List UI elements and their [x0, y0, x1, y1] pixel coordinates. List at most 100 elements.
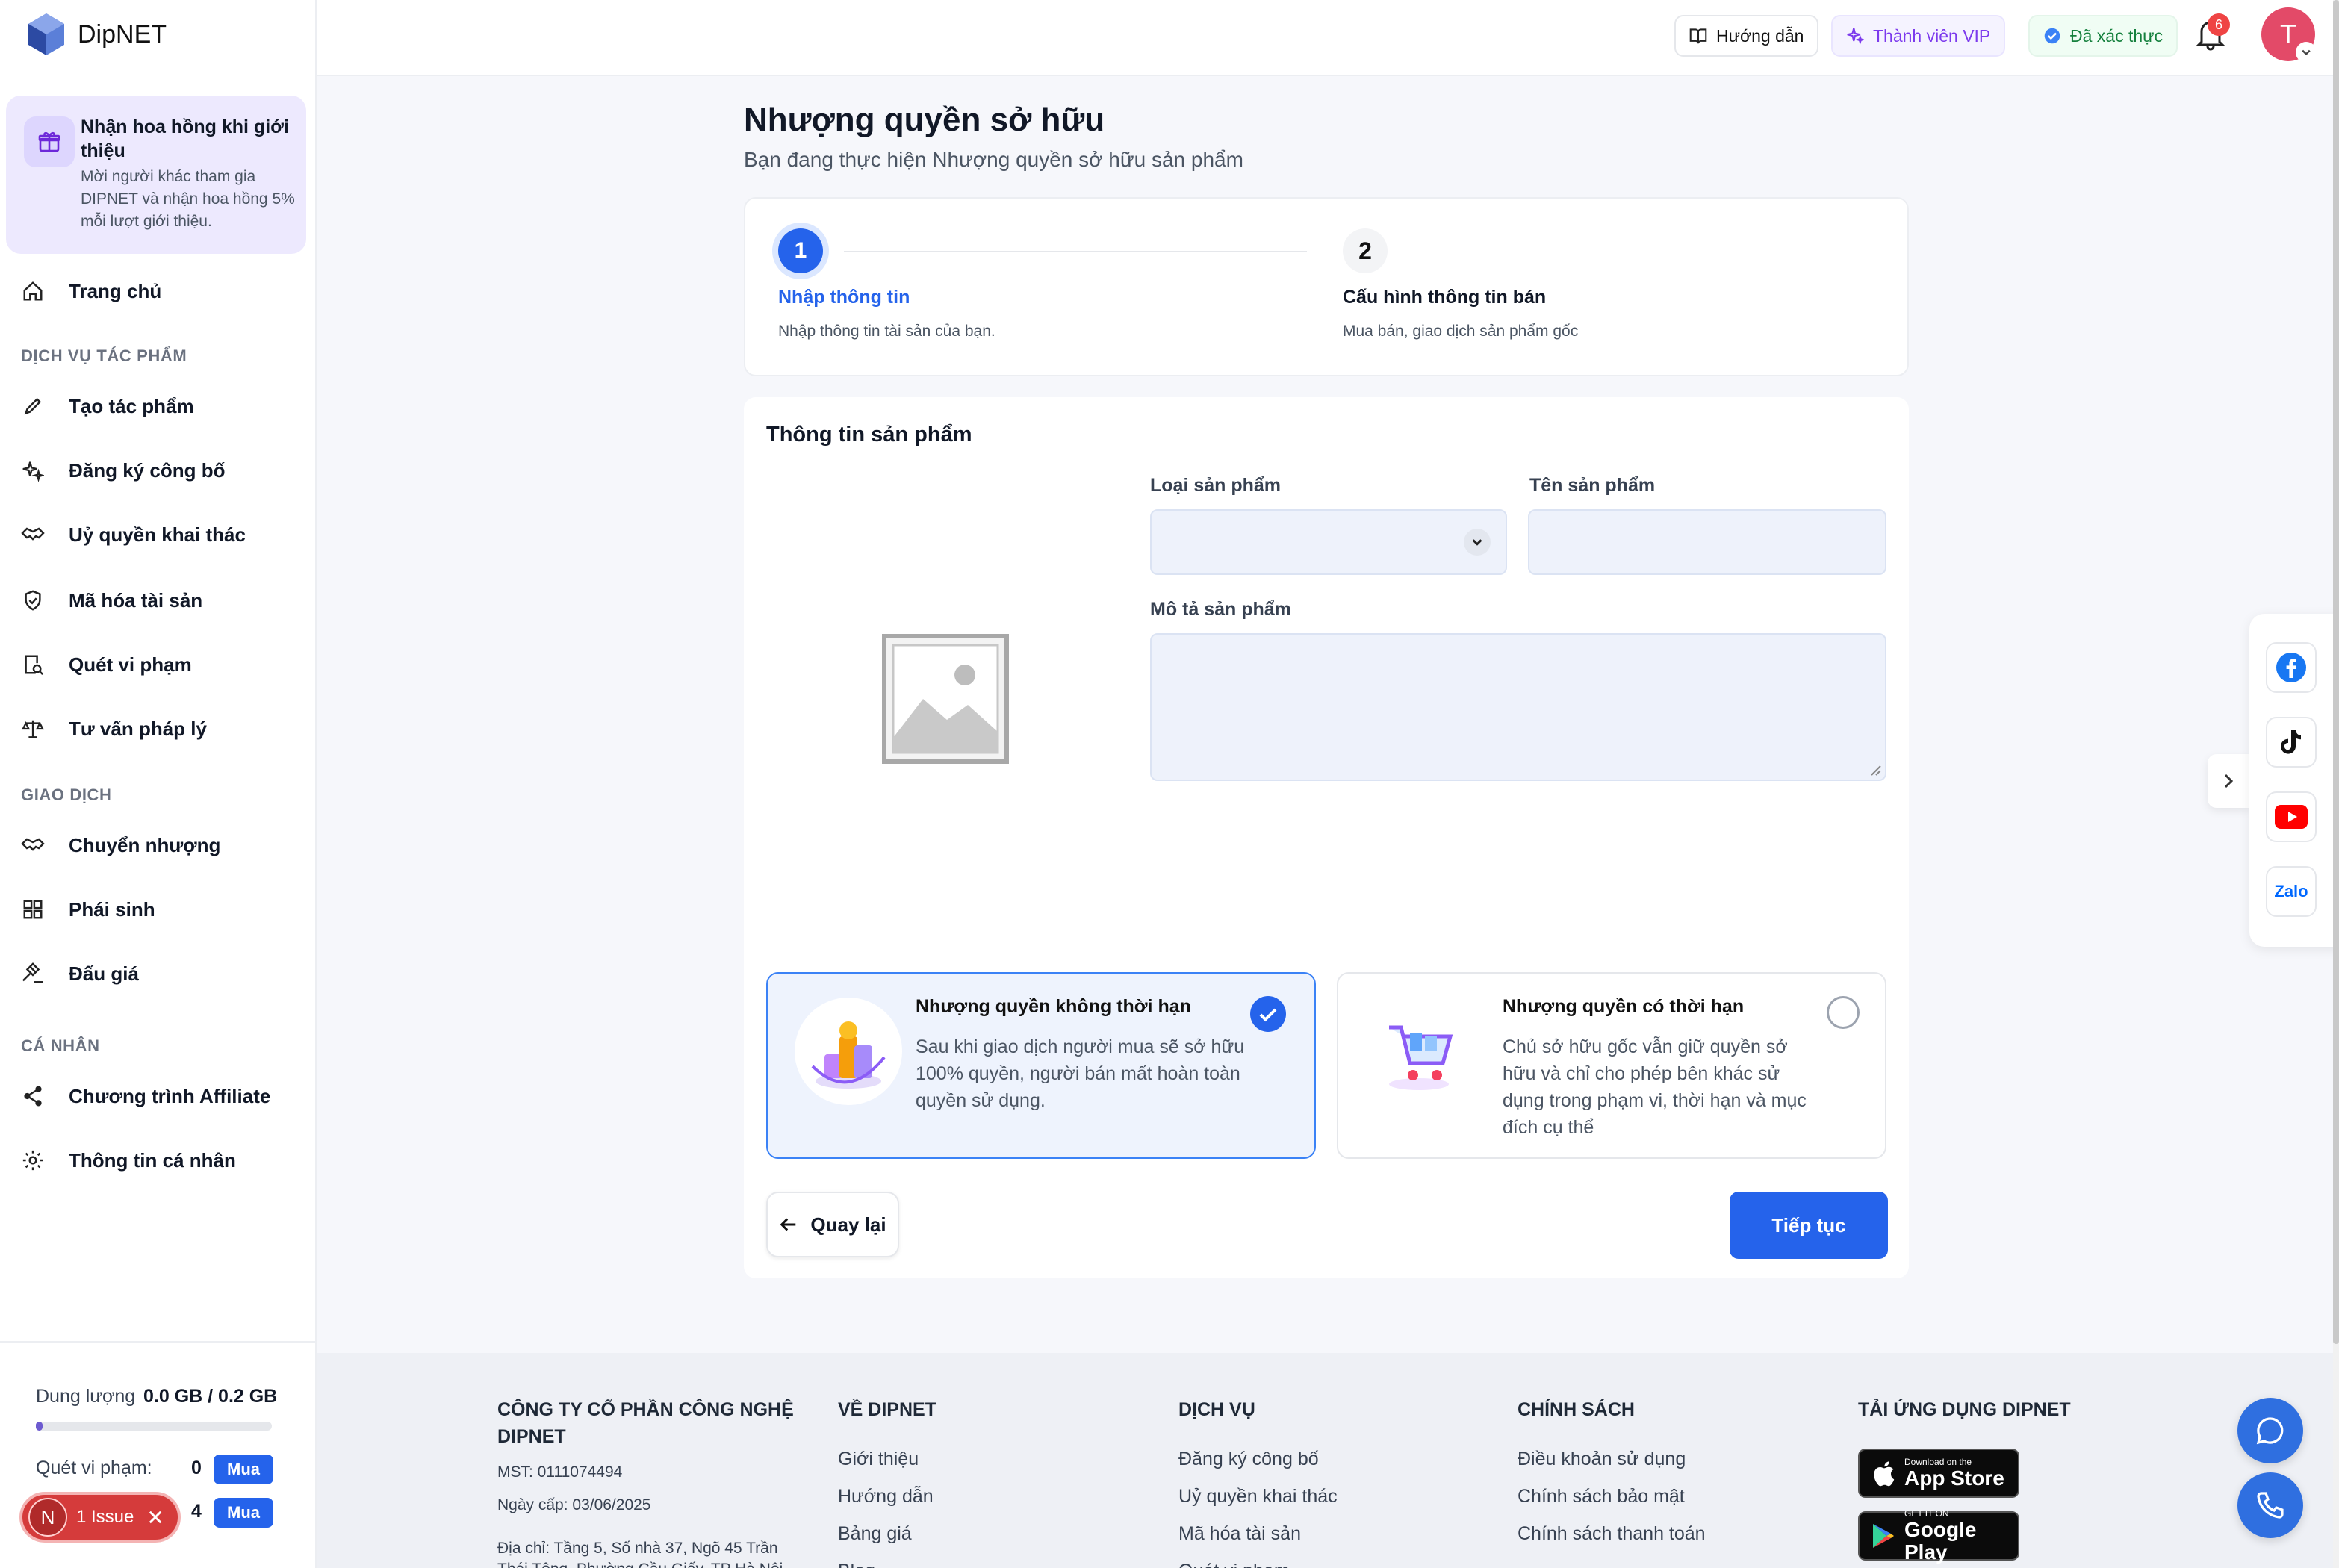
nav-auction[interactable]: Đấu giá [0, 947, 317, 1001]
google-play-button[interactable]: GET IT ON Google Play [1858, 1508, 2019, 1564]
guide-button[interactable]: Hướng dẫn [1674, 15, 1819, 57]
chevron-down-icon [1464, 529, 1491, 556]
nav-tokenize[interactable]: Mã hóa tài sản [0, 573, 317, 627]
handshake-icon [21, 833, 45, 857]
back-button[interactable]: Quay lại [766, 1192, 899, 1257]
scrollbar[interactable] [2333, 0, 2339, 1568]
app-store-text: Download on the App Store [1904, 1457, 2004, 1490]
stepper: 1 Nhập thông tin Nhập thông tin tài sản … [744, 197, 1909, 376]
footer-link[interactable]: Chính sách bảo mật [1518, 1486, 1685, 1508]
nav-affiliate[interactable]: Chương trình Affiliate [0, 1069, 317, 1123]
footer-company-name: CÔNG TY CỔ PHẦN CÔNG NGHỆ DIPNET [497, 1399, 794, 1447]
app-store-small: Download on the [1904, 1457, 1972, 1467]
footer-issued-date: Ngày cấp: 03/06/2025 [497, 1496, 651, 1513]
step-2-number[interactable]: 2 [1343, 228, 1388, 273]
youtube-icon[interactable] [2266, 791, 2317, 842]
footer-col-policy-title: CHÍNH SÁCH [1518, 1399, 1635, 1420]
zalo-icon[interactable]: Zalo [2266, 866, 2317, 917]
storage-panel: Dung lượng 0.0 GB / 0.2 GB Quét vi phạm:… [0, 1341, 317, 1568]
vip-button[interactable]: Thành viên VIP [1831, 15, 2006, 57]
image-placeholder-icon[interactable] [881, 633, 1010, 765]
nav-label: Đăng ký công bố [69, 458, 226, 482]
coins-illustration-icon [795, 998, 902, 1105]
step-connector [844, 251, 1307, 252]
nav-legal[interactable]: Tư vấn pháp lý [0, 702, 317, 756]
nav-label: Tư vấn pháp lý [69, 717, 207, 740]
scan-quota-label: Quét vi phạm: [36, 1457, 152, 1478]
nav-label: Chuyển nhượng [69, 833, 221, 856]
facebook-icon[interactable] [2266, 642, 2317, 693]
referral-promo[interactable]: Nhận hoa hồng khi giới thiệu Mời người k… [6, 96, 306, 254]
footer-link[interactable]: Chính sách thanh toán [1518, 1523, 1706, 1545]
promo-description: Mời người khác tham gia DIPNET và nhận h… [81, 168, 295, 230]
back-label: Quay lại [810, 1213, 886, 1236]
check-circle-icon[interactable] [1250, 996, 1286, 1032]
nav-profile[interactable]: Thông tin cá nhân [0, 1133, 317, 1187]
footer-col-services-title: DỊCH VỤ [1178, 1399, 1255, 1420]
product-description-textarea[interactable] [1150, 633, 1886, 781]
footer-link[interactable]: Giới thiệu [838, 1449, 919, 1470]
footer-link[interactable]: Đăng ký công bố [1178, 1449, 1319, 1470]
verified-badge[interactable]: Đã xác thực [2028, 15, 2178, 57]
brand-name: DipNET [78, 19, 167, 49]
phone-button[interactable] [2237, 1472, 2303, 1538]
scrollbar-thumb[interactable] [2333, 0, 2339, 1344]
close-icon[interactable] [149, 1511, 162, 1524]
nav-transfer[interactable]: Chuyển nhượng [0, 818, 317, 872]
option-title: Nhượng quyền không thời hạn [916, 996, 1191, 1017]
apple-icon [1871, 1459, 1895, 1487]
verified-label: Đã xác thực [2070, 25, 2164, 46]
product-description-label: Mô tả sản phẩm [1150, 599, 1291, 620]
footer-link[interactable]: Blog [838, 1561, 875, 1568]
nav-derivative[interactable]: Phái sinh [0, 883, 317, 936]
nav-label: Tạo tác phẩm [69, 394, 194, 417]
buy-scan-button[interactable]: Mua [214, 1455, 273, 1484]
shield-check-icon [21, 588, 45, 612]
option-limited[interactable]: Nhượng quyền có thời hạn Chủ sở hữu gốc … [1337, 972, 1886, 1159]
notification-count: 6 [2208, 13, 2230, 36]
option-description: Sau khi giao dịch người mua sẽ sở hữu 10… [916, 1036, 1245, 1111]
product-type-select[interactable] [1150, 509, 1507, 575]
option-unlimited[interactable]: Nhượng quyền không thời hạn Sau khi giao… [766, 972, 1316, 1159]
product-name-input[interactable] [1528, 509, 1886, 575]
footer-link[interactable]: Bảng giá [838, 1523, 912, 1545]
radio-unchecked-icon[interactable] [1827, 996, 1860, 1029]
step-1-desc: Nhập thông tin tài sản của bạn. [778, 323, 995, 340]
issue-avatar: N [28, 1498, 67, 1537]
footer-link[interactable]: Quét vi phạm [1178, 1561, 1290, 1568]
step-1-number[interactable]: 1 [778, 228, 823, 273]
nav-authorize[interactable]: Uỷ quyền khai thác [0, 508, 317, 561]
google-play-text: GET IT ON Google Play [1904, 1508, 2018, 1564]
nav-scan[interactable]: Quét vi phạm [0, 638, 317, 691]
footer-link[interactable]: Điều khoản sử dụng [1518, 1449, 1686, 1470]
buy-second-button[interactable]: Mua [214, 1498, 273, 1528]
dipnet-logo-icon [28, 13, 64, 55]
chat-button[interactable] [2237, 1398, 2303, 1463]
footer-link[interactable]: Hướng dẫn [838, 1486, 934, 1508]
gear-icon [21, 1148, 45, 1172]
nav-create-work[interactable]: Tạo tác phẩm [0, 379, 317, 433]
tiktok-icon[interactable] [2266, 717, 2317, 768]
chevron-down-icon[interactable] [2296, 42, 2317, 63]
social-panel-toggle[interactable] [2208, 754, 2249, 808]
footer-link[interactable]: Mã hóa tài sản [1178, 1523, 1301, 1545]
nav-label: Đấu giá [69, 962, 139, 985]
footer-link[interactable]: Uỷ quyền khai thác [1178, 1486, 1338, 1508]
product-info-card: Thông tin sản phẩm Loại sản phẩm Tên sản… [744, 397, 1909, 1278]
nav-register[interactable]: Đăng ký công bố [0, 444, 317, 497]
google-play-small: GET IT ON [1904, 1508, 1949, 1519]
continue-button[interactable]: Tiếp tục [1730, 1192, 1888, 1259]
arrow-left-icon [779, 1215, 798, 1234]
nav-label: Thông tin cá nhân [69, 1148, 236, 1172]
share-icon [21, 1084, 45, 1108]
nav-home[interactable]: Trang chủ [0, 264, 317, 318]
app-store-button[interactable]: Download on the App Store [1858, 1449, 2019, 1498]
vip-label: Thành viên VIP [1873, 25, 1991, 46]
product-type-label: Loại sản phẩm [1150, 475, 1282, 496]
second-quota-count: 4 [191, 1501, 202, 1522]
section-heading-personal: CÁ NHÂN [21, 1036, 100, 1055]
resize-handle-icon[interactable] [1870, 765, 1882, 777]
footer-address: Địa chỉ: Tầng 5, Số nhà 37, Ngõ 45 Trần … [497, 1540, 783, 1568]
logo[interactable]: DipNET [27, 12, 167, 57]
issue-badge[interactable]: N 1 Issue [19, 1492, 181, 1543]
